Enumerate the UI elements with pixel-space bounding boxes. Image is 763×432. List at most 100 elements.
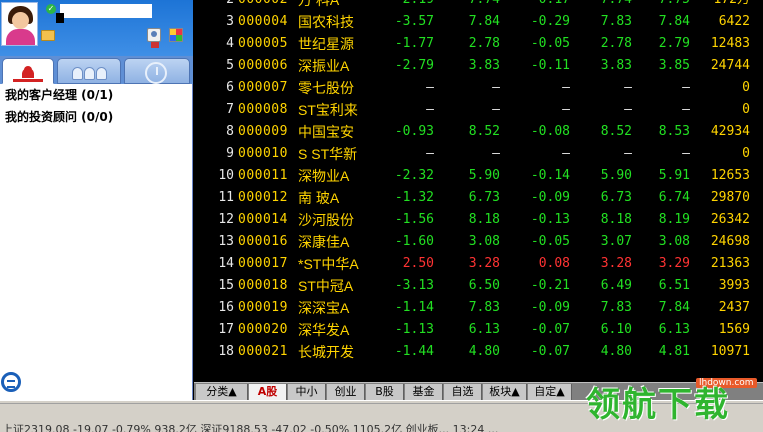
table-row[interactable]: 2 000002 万 科A -2.19 7.74 -0.17 7.74 7.75 172万 bbox=[194, 0, 763, 11]
cell-code: 000018 bbox=[238, 278, 288, 293]
cell-delta: -0.05 bbox=[530, 36, 570, 51]
table-row[interactable]: 10 000011 深物业A -2.32 5.90 -0.14 5.90 5.91 12653 bbox=[194, 165, 763, 187]
market-tab[interactable]: 自定▲ bbox=[528, 384, 572, 400]
cell-bid: 5.90 bbox=[600, 168, 632, 183]
cell-ask: – bbox=[682, 102, 690, 117]
cell-vol: 12653 bbox=[710, 168, 750, 183]
table-row[interactable]: 15 000018 ST中冠A -3.13 6.50 -0.21 6.49 6.51 3993 bbox=[194, 275, 763, 297]
cell-code: 000014 bbox=[238, 212, 288, 227]
person-icon bbox=[22, 66, 34, 78]
left-panel: ✓ 我的客户经理 (0/1) 我的投资顾问 (0/0) bbox=[0, 0, 193, 400]
contact-card-icon[interactable] bbox=[147, 28, 161, 42]
user-avatar[interactable] bbox=[1, 2, 38, 46]
cell-idx: 4 bbox=[226, 36, 234, 51]
cell-bid: – bbox=[624, 102, 632, 117]
cell-ask: 3.29 bbox=[658, 256, 690, 271]
cell-name: 零七股份 bbox=[298, 80, 354, 96]
cell-price: 2.78 bbox=[468, 36, 500, 51]
cell-price: 7.83 bbox=[468, 300, 500, 315]
cell-price: – bbox=[492, 102, 500, 117]
cell-vol: 172万 bbox=[694, 0, 750, 11]
market-tab[interactable]: 自选 bbox=[444, 384, 482, 400]
list-item-investment-advisor[interactable]: 我的投资顾问 (0/0) bbox=[0, 106, 193, 128]
group-icon-second bbox=[84, 67, 95, 80]
table-row[interactable]: 17 000020 深华发A -1.13 6.13 -0.07 6.10 6.13 1569 bbox=[194, 319, 763, 341]
cell-vol: 2437 bbox=[718, 300, 750, 315]
table-row[interactable]: 12 000014 沙河股份 -1.56 8.18 -0.13 8.18 8.19 26342 bbox=[194, 209, 763, 231]
market-tab[interactable]: 中小 bbox=[288, 384, 326, 400]
table-row[interactable]: 7 000008 ST宝利来 – – – – – 0 bbox=[194, 99, 763, 121]
table-row[interactable]: 8 000009 中国宝安 -0.93 8.52 -0.08 8.52 8.53 42934 bbox=[194, 121, 763, 143]
cell-code: 000020 bbox=[238, 322, 288, 337]
cell-name: 深物业A bbox=[298, 168, 350, 184]
table-row[interactable]: 4 000005 世纪星源 -1.77 2.78 -0.05 2.78 2.79 12483 bbox=[194, 33, 763, 55]
cell-chg: -1.14 bbox=[394, 300, 434, 315]
market-tab[interactable]: 基金 bbox=[405, 384, 443, 400]
tab-group[interactable] bbox=[57, 58, 121, 84]
cell-name: *ST中华A bbox=[298, 256, 359, 272]
cell-bid: 8.18 bbox=[600, 212, 632, 227]
table-row[interactable]: 9 000010 S ST华新 – – – – – 0 bbox=[194, 143, 763, 165]
market-tab[interactable]: A股 bbox=[249, 384, 287, 400]
table-row[interactable]: 11 000012 南 玻A -1.32 6.73 -0.09 6.73 6.74 29870 bbox=[194, 187, 763, 209]
cell-bid: 6.49 bbox=[600, 278, 632, 293]
clock-icon bbox=[145, 62, 167, 84]
table-row[interactable]: 16 000019 深深宝A -1.14 7.83 -0.09 7.83 7.84 2437 bbox=[194, 297, 763, 319]
panel-tabs bbox=[0, 56, 193, 84]
folder-icon[interactable] bbox=[41, 30, 55, 41]
tab-my-contacts[interactable] bbox=[2, 58, 54, 84]
stock-quote-table: 2000002万 科A-2.197.74-0.177.747.75172万300… bbox=[194, 0, 763, 382]
cell-idx: 8 bbox=[226, 124, 234, 139]
cell-ask: 8.53 bbox=[658, 124, 690, 139]
cell-chg: -2.19 bbox=[384, 0, 434, 11]
username-redaction bbox=[56, 13, 64, 23]
cell-price: – bbox=[492, 80, 500, 95]
app-logo-icon[interactable] bbox=[0, 368, 22, 398]
online-status-icon: ✓ bbox=[46, 4, 56, 14]
cell-bid: 8.52 bbox=[600, 124, 632, 139]
market-tab[interactable]: 分类▲ bbox=[196, 384, 248, 400]
skin-color-icon[interactable] bbox=[169, 28, 183, 42]
cell-bid: 7.83 bbox=[600, 14, 632, 29]
cell-ask: 7.75 bbox=[638, 0, 690, 11]
cell-price: 8.52 bbox=[468, 124, 500, 139]
cell-vol: 10971 bbox=[710, 344, 750, 359]
cell-name: 沙河股份 bbox=[298, 212, 354, 228]
cell-idx: 5 bbox=[226, 58, 234, 73]
table-row[interactable]: 3 000004 国农科技 -3.57 7.84 -0.29 7.83 7.84 6422 bbox=[194, 11, 763, 33]
cell-price: 5.90 bbox=[468, 168, 500, 183]
market-tab[interactable]: 板块▲ bbox=[483, 384, 527, 400]
cell-delta: -0.29 bbox=[530, 14, 570, 29]
cell-name: 南 玻A bbox=[298, 190, 340, 206]
list-item-account-manager[interactable]: 我的客户经理 (0/1) bbox=[0, 84, 193, 106]
cell-delta: – bbox=[562, 102, 570, 117]
cell-bid: 7.83 bbox=[600, 300, 632, 315]
profile-header: ✓ bbox=[0, 0, 193, 56]
cell-ask: 3.08 bbox=[658, 234, 690, 249]
table-row[interactable]: 13 000016 深康佳A -1.60 3.08 -0.05 3.07 3.08 24698 bbox=[194, 231, 763, 253]
cell-vol: 6422 bbox=[718, 14, 750, 29]
cell-price: 6.50 bbox=[468, 278, 500, 293]
table-row[interactable]: 6 000007 零七股份 – – – – – 0 bbox=[194, 77, 763, 99]
cell-name: 深深宝A bbox=[298, 300, 350, 316]
table-row[interactable]: 14 000017 *ST中华A 2.50 3.28 0.08 3.28 3.29 21363 bbox=[194, 253, 763, 275]
cell-bid: 3.83 bbox=[600, 58, 632, 73]
cell-chg: 2.50 bbox=[402, 256, 434, 271]
cell-vol: 29870 bbox=[710, 190, 750, 205]
cell-vol: 1569 bbox=[718, 322, 750, 337]
cell-bid: 6.10 bbox=[600, 322, 632, 337]
cell-ask: 6.74 bbox=[658, 190, 690, 205]
cell-name: 深振业A bbox=[298, 58, 350, 74]
card-badge-icon bbox=[151, 42, 159, 48]
tab-history[interactable] bbox=[124, 58, 190, 84]
cell-bid: 7.74 bbox=[582, 0, 632, 11]
cell-ask: 3.85 bbox=[658, 58, 690, 73]
table-row[interactable]: 18 000021 长城开发 -1.44 4.80 -0.07 4.80 4.81 10971 bbox=[194, 341, 763, 363]
market-tab[interactable]: 创业 bbox=[327, 384, 365, 400]
market-tab[interactable]: B股 bbox=[366, 384, 404, 400]
cell-code: 000002 bbox=[238, 0, 290, 11]
cell-chg: – bbox=[426, 146, 434, 161]
cell-code: 000011 bbox=[238, 168, 288, 183]
cell-vol: 0 bbox=[742, 146, 750, 161]
table-row[interactable]: 5 000006 深振业A -2.79 3.83 -0.11 3.83 3.85 24744 bbox=[194, 55, 763, 77]
